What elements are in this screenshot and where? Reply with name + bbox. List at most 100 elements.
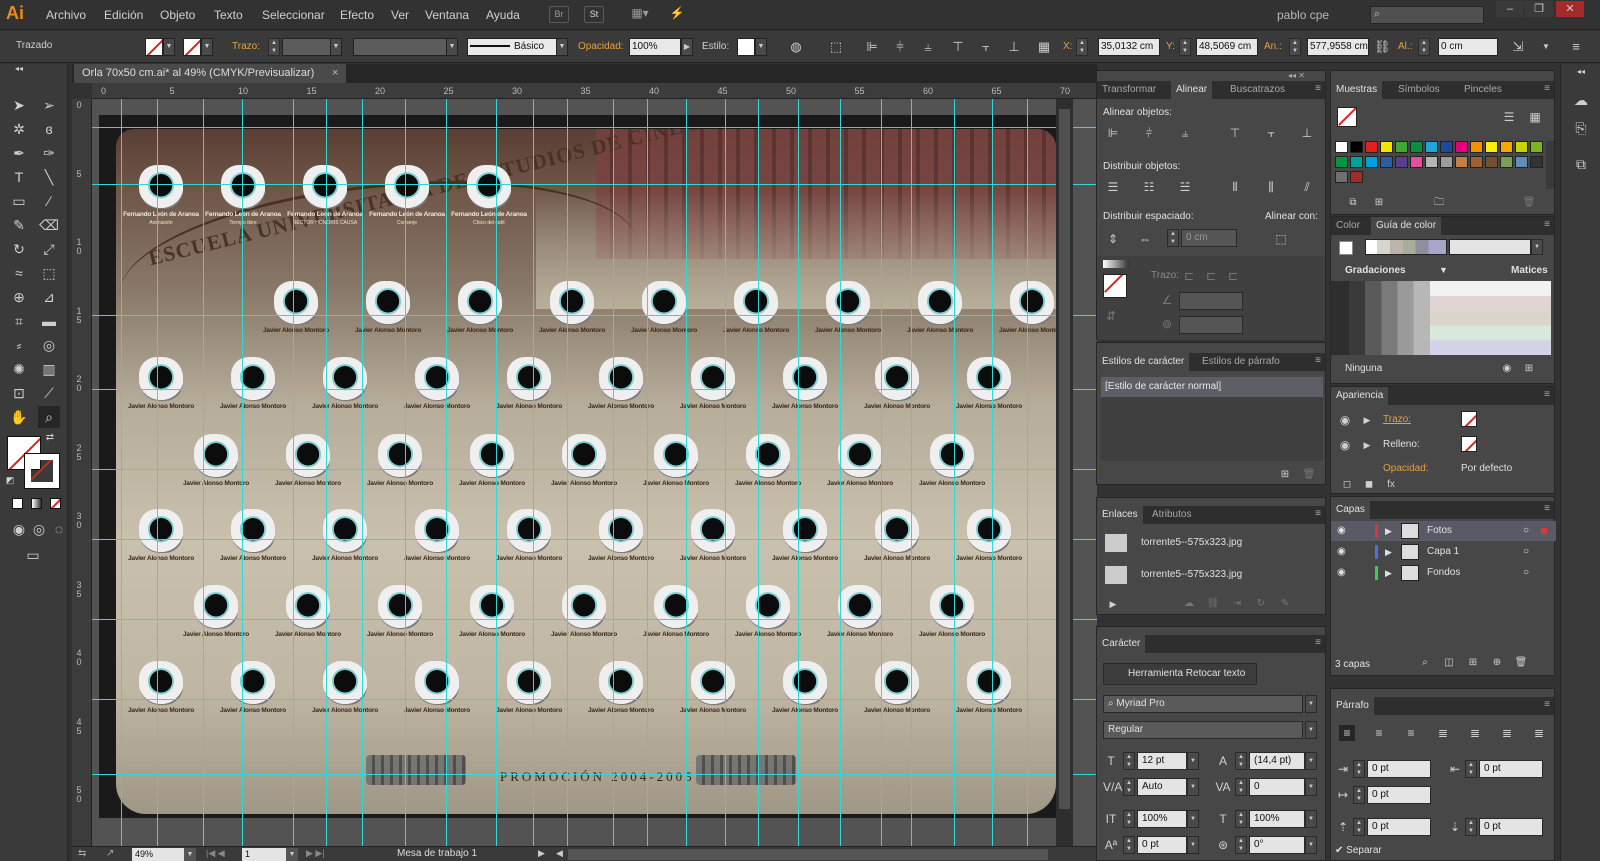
new-color-group-icon[interactable]: 🗀 xyxy=(1431,195,1447,211)
justify-center-icon[interactable]: ≣ xyxy=(1467,725,1483,741)
align-to-selection-icon[interactable]: ⬚ xyxy=(828,39,844,55)
panel-menu-icon[interactable]: ≡ xyxy=(1544,83,1550,94)
line-segment-tool-icon[interactable]: ╲ xyxy=(38,166,60,188)
relink-cc-icon[interactable]: ☁ xyxy=(1181,596,1197,612)
tab-simbolos[interactable]: Símbolos xyxy=(1393,81,1445,99)
swatch[interactable] xyxy=(1335,156,1348,168)
delete-style-icon[interactable]: 🗑 xyxy=(1301,467,1317,483)
swatch[interactable] xyxy=(1380,156,1393,168)
swatch[interactable] xyxy=(1410,141,1423,153)
spacing-stepper[interactable]: ▲ ▼ xyxy=(1167,229,1179,247)
font-style-dropdown[interactable]: ▼ xyxy=(1305,721,1317,739)
right-indent-field[interactable]: 0 pt xyxy=(1479,760,1543,778)
justify-left-icon[interactable]: ≣ xyxy=(1435,725,1451,741)
visibility-eye-icon[interactable]: ◉ xyxy=(1337,437,1353,453)
stroke-swatch[interactable] xyxy=(183,38,201,56)
tab-capas[interactable]: Capas xyxy=(1331,501,1370,519)
rotation-dropdown[interactable]: ▼ xyxy=(1305,836,1317,854)
stroke-color-box[interactable] xyxy=(24,453,60,489)
first-indent-stepper[interactable]: ▲ ▼ xyxy=(1353,786,1365,804)
hscroll-left-icon[interactable]: ◀ xyxy=(556,848,563,859)
distribute-vcenter-icon[interactable]: ☷ xyxy=(1141,179,1157,195)
selection-tool-icon[interactable]: ➤ xyxy=(8,94,30,116)
swatch[interactable] xyxy=(1455,141,1468,153)
spacing-field[interactable]: 0 cm xyxy=(1181,229,1237,247)
search-input[interactable]: ⌕ xyxy=(1370,6,1484,24)
baseline-dropdown[interactable]: ▼ xyxy=(1187,836,1199,854)
style-dropdown[interactable]: ▼ xyxy=(755,38,767,56)
link-row[interactable]: torrente5--575x323.jpg xyxy=(1101,528,1313,558)
swatch[interactable] xyxy=(1350,156,1363,168)
target-icon[interactable]: ○ xyxy=(1523,563,1529,583)
profile-dropdown[interactable]: ▼ xyxy=(446,38,458,56)
appearance-stroke-label[interactable]: Trazo: xyxy=(1383,414,1411,425)
variable-width-profile[interactable] xyxy=(353,38,457,56)
leading-field[interactable]: (14,4 pt) xyxy=(1249,752,1305,770)
minimize-button[interactable]: – xyxy=(1496,1,1524,17)
tab-parrafo[interactable]: Párrafo xyxy=(1331,697,1374,715)
warp-tool-icon[interactable]: ≈ xyxy=(8,262,30,284)
show-kinds-icon[interactable]: ⊞ xyxy=(1371,195,1387,211)
brush-dropdown[interactable]: ▼ xyxy=(556,38,568,56)
restore-button[interactable]: ❐ xyxy=(1525,1,1553,17)
fill-dropdown[interactable]: ▼ xyxy=(163,38,175,56)
save-color-group-icon[interactable]: ⊞ xyxy=(1521,361,1537,377)
blend-tool-icon[interactable]: ◎ xyxy=(38,334,60,356)
draw-behind-icon[interactable]: ◎ xyxy=(28,518,50,540)
add-stroke-icon[interactable]: ◻ xyxy=(1339,477,1355,493)
panel-menu-icon[interactable]: ≡ xyxy=(1544,699,1550,710)
panel-menu-icon[interactable]: ≡ xyxy=(1315,83,1321,94)
swatch[interactable] xyxy=(1470,141,1483,153)
align-vcenter-icon[interactable]: ⫟ xyxy=(1263,125,1279,141)
space-after-stepper[interactable]: ▲ ▼ xyxy=(1465,818,1477,836)
swatch[interactable] xyxy=(1410,156,1423,168)
panel-menu-icon[interactable]: ≡ xyxy=(1315,508,1321,519)
cap-square-icon[interactable]: ⊏ xyxy=(1225,268,1241,284)
justify-all-icon[interactable]: ≣ xyxy=(1531,725,1547,741)
tab-estilos-caracter[interactable]: Estilos de carácter xyxy=(1097,353,1190,371)
direct-selection-tool-icon[interactable]: ➢ xyxy=(38,94,60,116)
user-workspace[interactable]: pablo cpe xyxy=(1277,8,1329,22)
appearance-stroke-swatch[interactable] xyxy=(1461,411,1477,427)
swatch[interactable] xyxy=(1425,141,1438,153)
default-colors-icon[interactable]: ◩ xyxy=(4,474,16,486)
align-right-icon[interactable]: ⫨ xyxy=(1177,125,1193,141)
kerning-dropdown[interactable]: ▼ xyxy=(1187,778,1199,796)
gradient-tool-icon[interactable]: ▬ xyxy=(38,310,60,332)
swatch[interactable] xyxy=(1335,171,1348,183)
tracking-dropdown[interactable]: ▼ xyxy=(1305,778,1317,796)
baseline-shift-field[interactable]: 0 pt xyxy=(1137,836,1187,854)
left-indent-field[interactable]: 0 pt xyxy=(1367,760,1431,778)
locate-object-icon[interactable]: ⌕ xyxy=(1417,655,1433,671)
width-field[interactable]: 577,9558 cm xyxy=(1307,38,1369,56)
font-family-dropdown[interactable]: ▼ xyxy=(1305,695,1317,713)
menu-texto[interactable]: Texto xyxy=(214,8,243,22)
shape-builder-tool-icon[interactable]: ⊕ xyxy=(8,286,30,308)
swatch[interactable] xyxy=(1530,141,1543,153)
toolbox-collapse-icon[interactable]: ◂◂ xyxy=(8,64,30,74)
harmony-rules-arrow[interactable]: ▼ xyxy=(1531,239,1543,255)
layer-row[interactable]: ◉ ▶ Capa 1 ○ xyxy=(1331,542,1556,562)
swatch[interactable] xyxy=(1470,156,1483,168)
stroke-preview-swatch[interactable] xyxy=(1103,274,1127,298)
font-family-field[interactable]: ⌕ Myriad Pro xyxy=(1103,695,1303,713)
asset-export-icon[interactable]: ⧉ xyxy=(1573,156,1589,172)
x-field[interactable]: 35,0132 cm xyxy=(1098,38,1160,56)
menu-ventana[interactable]: Ventana xyxy=(425,8,469,22)
align-text-right-icon[interactable]: ≡ xyxy=(1403,725,1419,741)
first-artboard-icon[interactable]: |◀ ◀ xyxy=(206,848,225,859)
swatch[interactable] xyxy=(1515,156,1528,168)
layer-row[interactable]: ◉ ▶ Fotos ○ xyxy=(1331,521,1556,541)
align-hcenter-icon[interactable]: ⫩ xyxy=(1141,125,1157,141)
none-mode-icon[interactable] xyxy=(50,498,61,509)
paintbrush-tool-icon[interactable]: ∕ xyxy=(38,190,60,212)
menu-edicion[interactable]: Edición xyxy=(104,8,143,22)
visibility-eye-icon[interactable]: ◉ xyxy=(1337,412,1353,428)
tab-caracter[interactable]: Carácter xyxy=(1097,635,1146,653)
new-layer-icon[interactable]: ⊕ xyxy=(1489,655,1505,671)
stroke-weight-stepper[interactable]: ▲ ▼ xyxy=(268,38,280,56)
swatch[interactable] xyxy=(1335,141,1348,153)
left-indent-stepper[interactable]: ▲ ▼ xyxy=(1353,760,1365,778)
expand-fill-icon[interactable]: ▶ xyxy=(1359,437,1375,453)
color-guide-grid[interactable] xyxy=(1349,281,1551,355)
